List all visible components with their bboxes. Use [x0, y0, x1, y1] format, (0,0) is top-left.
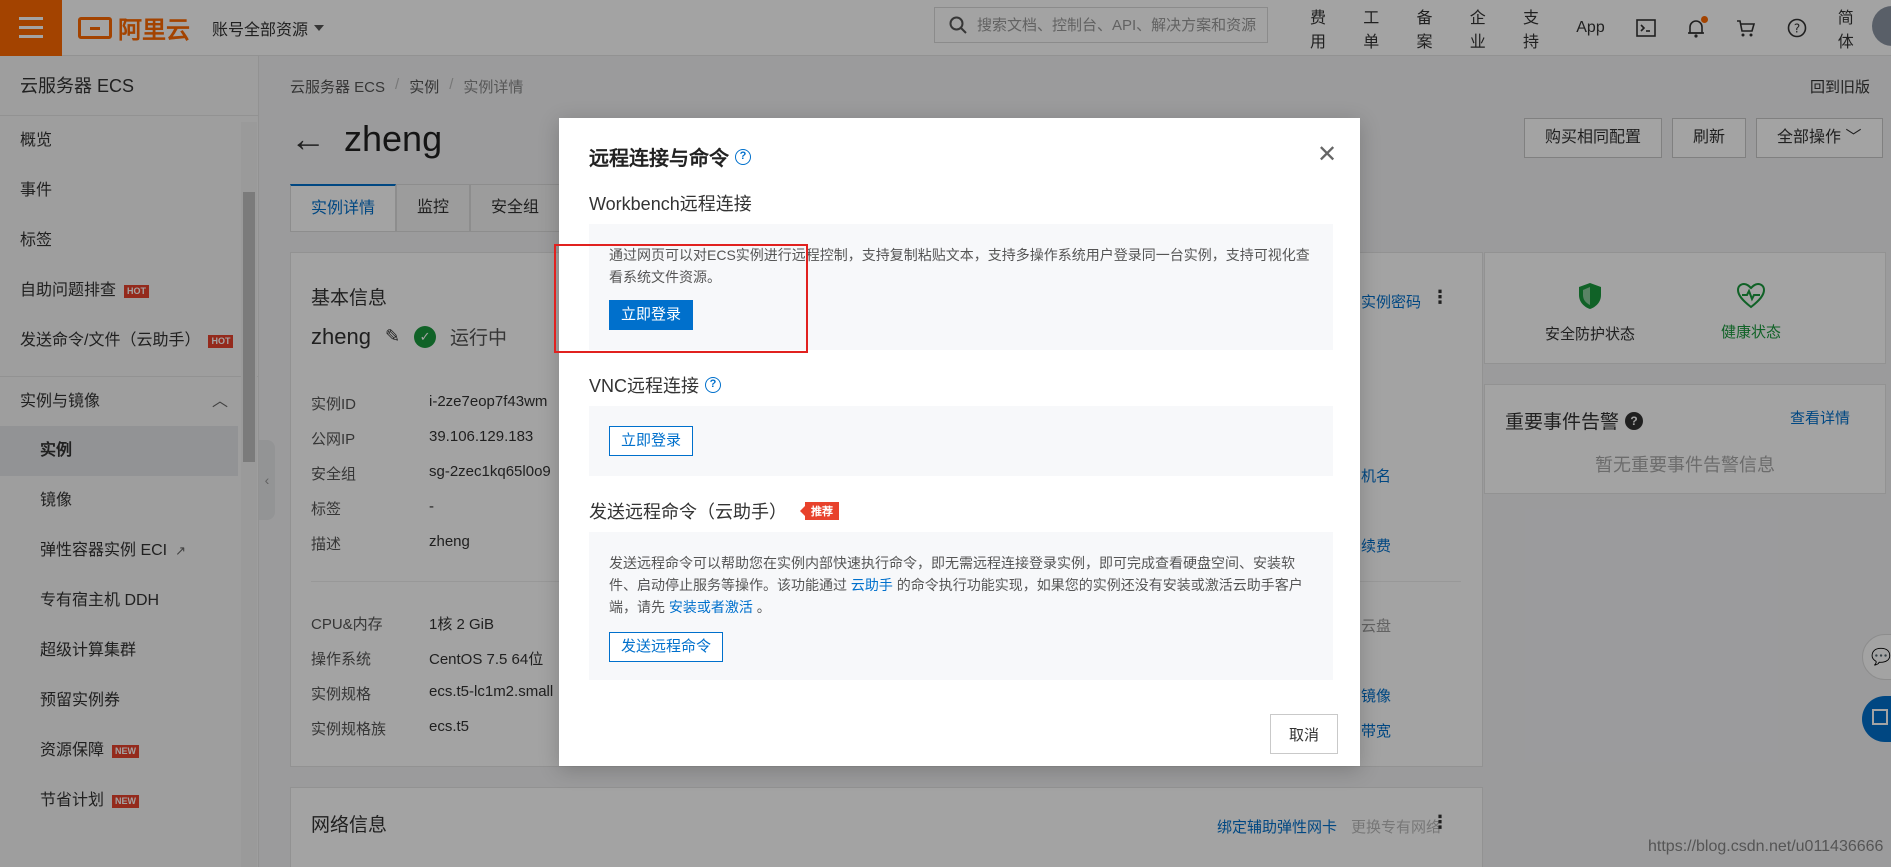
- vnc-section: 立即登录: [589, 406, 1333, 476]
- recommend-badge: 推荐: [800, 502, 839, 520]
- command-desc-part: 。: [756, 599, 771, 615]
- command-title-text: 发送远程命令（云助手）: [589, 502, 787, 522]
- install-activate-link[interactable]: 安装或者激活: [669, 599, 753, 615]
- watermark: https://blog.csdn.net/u011436666: [1648, 838, 1884, 855]
- vnc-login-button[interactable]: 立即登录: [609, 426, 694, 456]
- cloud-assistant-link[interactable]: 云助手: [851, 577, 893, 593]
- help-icon[interactable]: ?: [735, 148, 751, 165]
- command-description: 发送远程命令可以帮助您在实例内部快速执行命令，即无需远程连接登录实例，即可完成查…: [609, 552, 1319, 618]
- remote-connect-dialog: 远程连接与命令 ? ✕ Workbench远程连接 通过网页可以对ECS实例进行…: [559, 118, 1360, 766]
- close-icon[interactable]: ✕: [1317, 140, 1337, 169]
- dialog-title-row: 远程连接与命令 ?: [589, 142, 751, 171]
- send-command-button[interactable]: 发送远程命令: [609, 632, 724, 662]
- vnc-section-title: VNC远程连接 ?: [589, 372, 722, 398]
- workbench-section-title: Workbench远程连接: [589, 194, 752, 214]
- command-section: 发送远程命令可以帮助您在实例内部快速执行命令，即无需远程连接登录实例，即可完成查…: [589, 532, 1333, 680]
- vnc-title-text: VNC远程连接: [589, 376, 700, 396]
- annotation-highlight-box: [554, 244, 808, 353]
- cancel-button[interactable]: 取消: [1270, 714, 1339, 754]
- dialog-title: 远程连接与命令: [589, 148, 729, 170]
- command-section-title: 发送远程命令（云助手） 推荐: [589, 498, 839, 524]
- help-icon[interactable]: ?: [705, 377, 722, 393]
